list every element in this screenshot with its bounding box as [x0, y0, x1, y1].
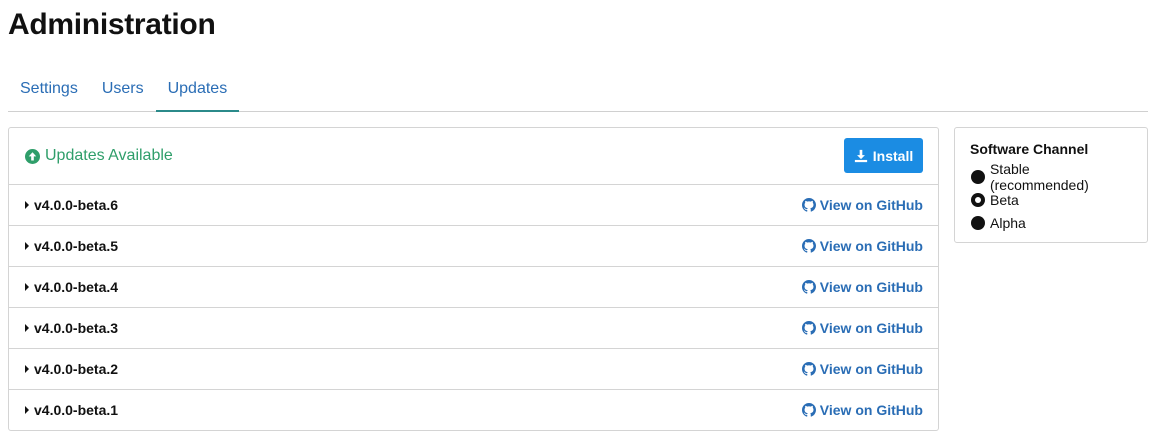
download-icon: [854, 149, 867, 162]
updates-panel: Updates Available Install v4.0.0-beta.6 …: [8, 127, 939, 431]
github-link-label: View on GitHub: [819, 320, 923, 336]
github-link-label: View on GitHub: [819, 361, 923, 377]
github-icon: [801, 321, 816, 335]
view-on-github-link[interactable]: View on GitHub: [801, 361, 923, 377]
release-toggle[interactable]: v4.0.0-beta.4: [25, 279, 118, 295]
release-version: v4.0.0-beta.6: [34, 197, 119, 213]
github-icon: [801, 403, 816, 417]
release-toggle[interactable]: v4.0.0-beta.1: [25, 402, 118, 418]
release-toggle[interactable]: v4.0.0-beta.6: [25, 197, 118, 213]
tab-settings[interactable]: Settings: [8, 70, 90, 111]
release-row: v4.0.0-beta.2 View on GitHub: [9, 349, 938, 390]
release-toggle[interactable]: v4.0.0-beta.2: [25, 361, 118, 377]
caret-right-icon: [25, 283, 29, 291]
github-icon: [801, 362, 816, 376]
radio-button[interactable]: [971, 169, 985, 184]
release-row: v4.0.0-beta.5 View on GitHub: [9, 226, 938, 267]
update-status: Updates Available: [25, 147, 173, 165]
software-channel-title: Software Channel: [970, 141, 1089, 157]
caret-right-icon: [25, 324, 29, 332]
release-version: v4.0.0-beta.1: [34, 402, 119, 418]
github-link-label: View on GitHub: [819, 238, 923, 254]
radio-button-selected[interactable]: [971, 192, 985, 207]
view-on-github-link[interactable]: View on GitHub: [801, 320, 923, 336]
page-title: Administration: [8, 8, 216, 41]
channel-option-stable[interactable]: Stable (recommended): [970, 161, 1132, 193]
release-toggle[interactable]: v4.0.0-beta.3: [25, 320, 118, 336]
release-toggle[interactable]: v4.0.0-beta.5: [25, 238, 118, 254]
release-row: v4.0.0-beta.6 View on GitHub: [9, 185, 938, 226]
github-link-label: View on GitHub: [819, 402, 923, 418]
view-on-github-link[interactable]: View on GitHub: [801, 402, 923, 418]
view-on-github-link[interactable]: View on GitHub: [801, 197, 923, 213]
release-row: v4.0.0-beta.3 View on GitHub: [9, 308, 938, 349]
caret-right-icon: [25, 201, 29, 209]
release-version: v4.0.0-beta.3: [34, 320, 119, 336]
arrow-circle-up-icon: [25, 148, 40, 164]
caret-right-icon: [25, 242, 29, 250]
install-label: Install: [872, 147, 914, 164]
release-row: v4.0.0-beta.1 View on GitHub: [9, 390, 938, 431]
updates-header: Updates Available Install: [9, 128, 938, 185]
release-version: v4.0.0-beta.4: [34, 279, 119, 295]
channel-option-label: Beta: [990, 191, 1019, 208]
release-version: v4.0.0-beta.2: [34, 361, 119, 377]
install-button[interactable]: Install: [844, 138, 923, 173]
github-icon: [801, 280, 816, 294]
caret-right-icon: [25, 406, 29, 414]
github-icon: [801, 239, 816, 253]
github-icon: [801, 198, 816, 212]
view-on-github-link[interactable]: View on GitHub: [801, 238, 923, 254]
channel-option-label: Stable (recommended): [989, 160, 1089, 193]
release-row: v4.0.0-beta.4 View on GitHub: [9, 267, 938, 308]
github-link-label: View on GitHub: [819, 197, 923, 213]
release-version: v4.0.0-beta.5: [34, 238, 119, 254]
caret-right-icon: [25, 365, 29, 373]
tab-users[interactable]: Users: [90, 70, 156, 111]
channel-option-alpha[interactable]: Alpha: [970, 211, 1132, 234]
view-on-github-link[interactable]: View on GitHub: [801, 279, 923, 295]
tab-updates[interactable]: Updates: [155, 70, 240, 112]
radio-button[interactable]: [971, 215, 985, 230]
software-channel-panel: Software Channel Stable (recommended) Be…: [954, 127, 1148, 243]
tab-bar: Settings Users Updates: [8, 70, 1148, 112]
update-status-text: Updates Available: [45, 147, 173, 164]
github-link-label: View on GitHub: [819, 279, 923, 295]
channel-option-label: Alpha: [990, 214, 1026, 231]
